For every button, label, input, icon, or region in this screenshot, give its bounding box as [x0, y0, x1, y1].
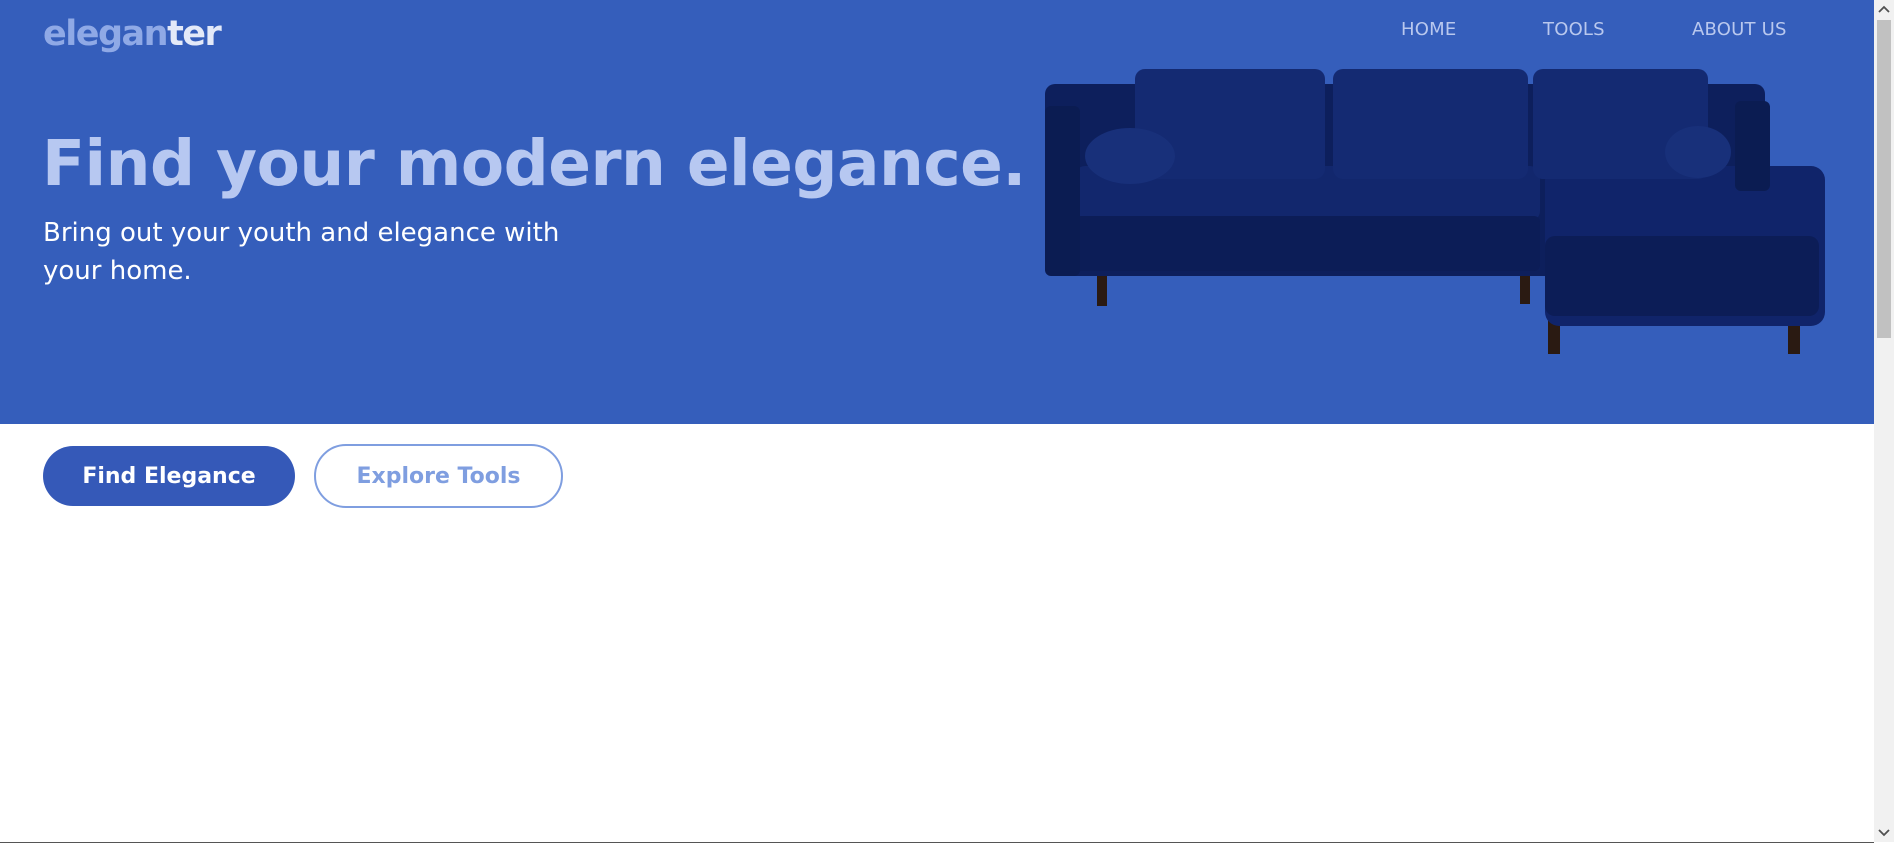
window-bottom-border: [0, 842, 1874, 843]
hero-section: eleganter HOME TOOLS ABOUT US Find your …: [0, 0, 1874, 424]
vertical-scrollbar[interactable]: [1874, 0, 1894, 842]
viewport: eleganter HOME TOOLS ABOUT US Find your …: [0, 0, 1874, 842]
scroll-down-icon[interactable]: [1874, 824, 1894, 842]
page: eleganter HOME TOOLS ABOUT US Find your …: [0, 0, 1894, 850]
find-elegance-button[interactable]: Find Elegance: [43, 446, 295, 506]
sofa-image: [1045, 69, 1825, 354]
site-logo[interactable]: eleganter: [43, 12, 222, 56]
explore-tools-button[interactable]: Explore Tools: [314, 444, 563, 508]
nav-link-about-us[interactable]: ABOUT US: [1692, 19, 1787, 45]
hero-subheadline: Bring out your youth and elegance with y…: [43, 218, 560, 286]
sofa-body: [1045, 69, 1825, 326]
nav-link-tools[interactable]: TOOLS: [1543, 19, 1605, 45]
scrollbar-thumb[interactable]: [1877, 20, 1891, 338]
logo-text-part1: elegan: [43, 14, 169, 54]
nav-link-home[interactable]: HOME: [1401, 19, 1456, 45]
logo-text-part2: ter: [167, 14, 222, 54]
hero-headline: Find your modern elegance.: [42, 127, 1026, 200]
scroll-up-icon[interactable]: [1874, 0, 1894, 18]
